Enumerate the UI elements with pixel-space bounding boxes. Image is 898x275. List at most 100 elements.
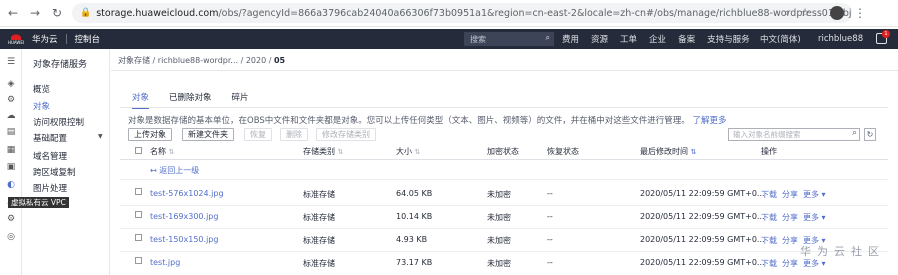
- forward-arrow-icon[interactable]: →: [26, 4, 44, 22]
- cloud-icon[interactable]: ☁: [6, 111, 16, 121]
- zoom-icon[interactable]: ⌕: [784, 6, 790, 20]
- more-actions-dropdown[interactable]: 更多 ▾: [803, 189, 826, 200]
- upload-object-button[interactable]: 上传对象: [128, 128, 172, 141]
- obs-sidebar: 对象存储服务 概览 对象 访问权限控制 基础配置 域名管理 跨区域复制 图片处理: [23, 49, 110, 275]
- restore-status: --: [547, 235, 553, 244]
- share-link[interactable]: 分享: [782, 212, 798, 223]
- sidebar-item-image-processing[interactable]: 图片处理: [33, 182, 67, 194]
- sort-icon[interactable]: ⇅: [415, 148, 421, 156]
- row-checkbox[interactable]: [135, 188, 142, 195]
- language-select[interactable]: 中文(简体): [760, 33, 801, 45]
- sort-icon[interactable]: ⇅: [338, 148, 344, 156]
- sidebar-item-overview[interactable]: 概览: [33, 83, 50, 95]
- brand-name[interactable]: 华为云: [32, 33, 58, 45]
- menu-item-support[interactable]: 支持与服务: [707, 33, 750, 45]
- back-arrow-icon[interactable]: ←: [4, 4, 22, 22]
- share-link[interactable]: 分享: [782, 189, 798, 200]
- refresh-icon[interactable]: ↻: [864, 128, 876, 141]
- table-row: test-150x150.jpg 标准存储 4.93 KB 未加密 -- 202…: [120, 228, 888, 251]
- object-search-input[interactable]: 输入对象名前缀搜索 ⌕: [728, 128, 860, 141]
- sidebar-item-basic-config[interactable]: 基础配置: [33, 132, 67, 144]
- search-icon[interactable]: ⌕: [546, 33, 550, 43]
- menu-item-fees[interactable]: 费用: [562, 33, 579, 45]
- disk-icon[interactable]: ▣: [6, 162, 16, 172]
- search-icon[interactable]: ⌕: [852, 128, 857, 139]
- compute-icon[interactable]: ◈: [6, 79, 16, 89]
- sort-icon[interactable]: ⇅: [169, 148, 175, 156]
- back-to-parent-link[interactable]: ↤ 返回上一级: [150, 165, 199, 176]
- divider: [120, 159, 888, 160]
- storage-icon[interactable]: ▦: [6, 145, 16, 155]
- select-all-checkbox[interactable]: [135, 147, 142, 154]
- share-link[interactable]: 分享: [782, 258, 798, 269]
- encryption-status: 未加密: [487, 190, 511, 199]
- menu-item-enterprise[interactable]: 企业: [649, 33, 666, 45]
- restore-status: --: [547, 212, 553, 221]
- network-icon[interactable]: ⚙: [6, 95, 16, 105]
- table-row: test.jpg 标准存储 73.17 KB 未加密 -- 2020/05/11…: [120, 251, 888, 274]
- browser-menu-icon[interactable]: ⋮: [854, 6, 866, 20]
- restore-button[interactable]: 恢复: [244, 128, 272, 141]
- user-menu[interactable]: richblue88: [818, 34, 863, 44]
- breadcrumb-path[interactable]: 对象存储 / richblue88-wordpr... / 2020 /: [118, 56, 274, 65]
- global-search-placeholder: 搜索: [470, 34, 486, 44]
- download-link[interactable]: 下载: [761, 235, 777, 246]
- sidebar-item-objects[interactable]: 对象: [33, 100, 50, 112]
- delete-button[interactable]: 删除: [280, 128, 308, 141]
- sort-icon[interactable]: ⇅: [691, 148, 697, 156]
- share-link[interactable]: 分享: [782, 235, 798, 246]
- watermark: 华为云社区: [800, 245, 885, 258]
- address-bar[interactable]: 🔒 storage.huaweicloud.com/obs/?agencyId=…: [72, 3, 852, 23]
- chevron-down-icon[interactable]: ▼: [98, 133, 103, 140]
- menu-item-resources[interactable]: 资源: [591, 33, 608, 45]
- download-link[interactable]: 下载: [761, 258, 777, 269]
- last-modified: 2020/05/11 22:09:59 GMT+0...: [640, 189, 765, 198]
- menu-icon[interactable]: ☰: [6, 57, 16, 67]
- sidebar-item-domains[interactable]: 域名管理: [33, 150, 67, 162]
- object-name-link[interactable]: test.jpg: [150, 258, 180, 267]
- database-icon[interactable]: ▤: [6, 127, 16, 137]
- more-actions-dropdown[interactable]: 更多 ▾: [803, 258, 826, 269]
- more-actions-dropdown[interactable]: 更多 ▾: [803, 212, 826, 223]
- obs-icon[interactable]: ◐: [6, 180, 16, 190]
- new-folder-button[interactable]: 新建文件夹: [182, 128, 234, 141]
- learn-more-link[interactable]: 了解更多: [692, 116, 726, 126]
- last-modified: 2020/05/11 22:09:59 GMT+0...: [640, 212, 765, 221]
- service-icon-rail: ☰ ◈ ⚙ ☁ ▤ ▦ ▣ ◐ ⚠ ⚙ ◎: [0, 49, 22, 275]
- huawei-logo-icon[interactable]: HUAWEI: [4, 32, 28, 46]
- download-link[interactable]: 下载: [761, 212, 777, 223]
- console-link[interactable]: 控制台: [75, 33, 101, 45]
- vpc-icon[interactable]: ◎: [6, 232, 16, 242]
- download-link[interactable]: 下载: [761, 189, 777, 200]
- objects-panel: 对象 已删除对象 碎片 对象是数据存储的基本单位，在OBS中文件和文件夹都是对象…: [120, 86, 888, 275]
- profile-avatar[interactable]: [830, 6, 845, 20]
- bookmark-star-icon[interactable]: ☆: [800, 6, 810, 20]
- top-menu: 费用 资源 工单 企业 备案 支持与服务: [562, 33, 750, 45]
- object-size: 73.17 KB: [396, 258, 433, 267]
- menu-item-tickets[interactable]: 工单: [620, 33, 637, 45]
- sidebar-item-replication[interactable]: 跨区域复制: [33, 166, 76, 178]
- divider: [120, 179, 888, 180]
- chevron-down-icon: ▾: [821, 213, 826, 222]
- back-label: 返回上一级: [159, 166, 200, 175]
- row-checkbox[interactable]: [135, 211, 142, 218]
- global-search-input[interactable]: 搜索 ⌕: [464, 32, 554, 46]
- menu-item-filing[interactable]: 备案: [678, 33, 695, 45]
- sidebar-item-access-control[interactable]: 访问权限控制: [33, 116, 84, 128]
- notification-badge: 1: [882, 30, 890, 38]
- row-checkbox[interactable]: [135, 257, 142, 264]
- change-storage-class-button[interactable]: 修改存储类别: [316, 128, 376, 141]
- restore-status: --: [547, 189, 553, 198]
- reload-icon[interactable]: ↻: [48, 4, 66, 22]
- table-row: test-576x1024.jpg 标准存储 64.05 KB 未加密 -- 2…: [120, 182, 888, 205]
- monitor-icon[interactable]: ⚙: [6, 214, 16, 224]
- object-name-link[interactable]: test-169x300.jpg: [150, 212, 218, 221]
- lock-icon: 🔒: [80, 8, 92, 18]
- restore-status: --: [547, 258, 553, 267]
- object-name-link[interactable]: test-576x1024.jpg: [150, 189, 224, 198]
- header-last-modified: 最后修改时间: [640, 147, 688, 156]
- row-checkbox[interactable]: [135, 234, 142, 241]
- object-name-link[interactable]: test-150x150.jpg: [150, 235, 218, 244]
- header-actions: 操作: [761, 147, 777, 156]
- object-size: 64.05 KB: [396, 189, 433, 198]
